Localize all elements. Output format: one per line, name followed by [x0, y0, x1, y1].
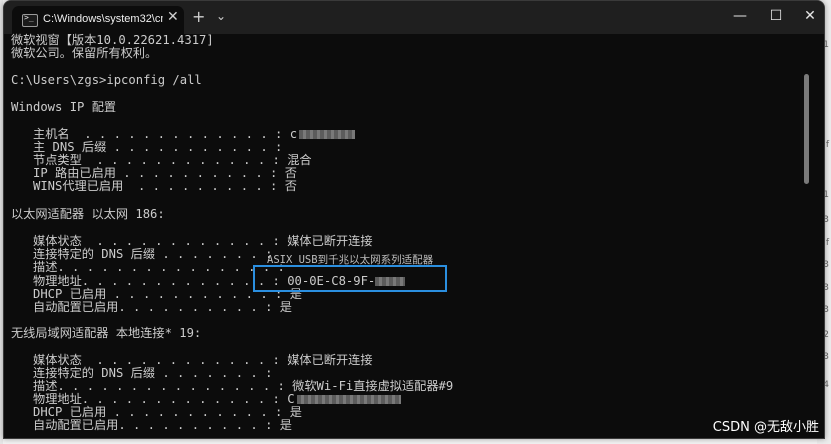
- terminal-icon: [22, 13, 38, 27]
- csdn-watermark: CSDN @无敌小胜: [712, 420, 819, 435]
- redacted-hostname: [299, 130, 356, 139]
- terminal-line: 以太网适配器 以太网 186:: [11, 207, 165, 221]
- title-bar[interactable]: C:\Windows\system32\cmd.e ✕ + ⌄ — ☐ ✕: [4, 1, 824, 34]
- terminal-line: C:\Users\zgs>ipconfig /all: [11, 73, 202, 87]
- tab-close-icon[interactable]: ✕: [167, 9, 179, 25]
- terminal-line: WINS代理已启用 . . . . . . . . . : 否: [11, 179, 297, 193]
- tab-cmd[interactable]: C:\Windows\system32\cmd.e ✕: [12, 6, 184, 34]
- tab-title: C:\Windows\system32\cmd.e: [43, 13, 163, 25]
- minimize-button[interactable]: —: [722, 5, 758, 27]
- terminal-window[interactable]: C:\Windows\system32\cmd.e ✕ + ⌄ — ☐ ✕ 微软…: [3, 0, 825, 439]
- terminal-line: 描述. . . . . . . . . . . . . . . :: [11, 260, 285, 274]
- terminal-line: Windows IP 配置: [11, 100, 117, 114]
- maximize-button[interactable]: ☐: [758, 5, 794, 27]
- terminal-line: 无线局域网适配器 本地连接* 19:: [11, 326, 202, 340]
- chevron-down-icon[interactable]: ⌄: [216, 9, 226, 23]
- redacted-mac: [296, 395, 401, 404]
- terminal-line: 自动配置已启用. . . . . . . . . . : 是: [11, 300, 292, 314]
- scrollbar-thumb[interactable]: [804, 74, 809, 184]
- terminal-line: 微软公司。保留所有权利。: [11, 46, 158, 60]
- bg-tick: f: [825, 238, 829, 248]
- new-tab-button[interactable]: +: [192, 7, 205, 26]
- bg-tick: f: [825, 140, 829, 150]
- close-button[interactable]: ✕: [792, 5, 824, 27]
- terminal-line: 自动配置已启用. . . . . . . . . . : 是: [11, 418, 292, 432]
- terminal-output[interactable]: 微软视窗【版本10.0.22621.4317] 微软公司。保留所有权利。 C:\…: [4, 33, 810, 438]
- mac-highlight-box: [253, 265, 447, 292]
